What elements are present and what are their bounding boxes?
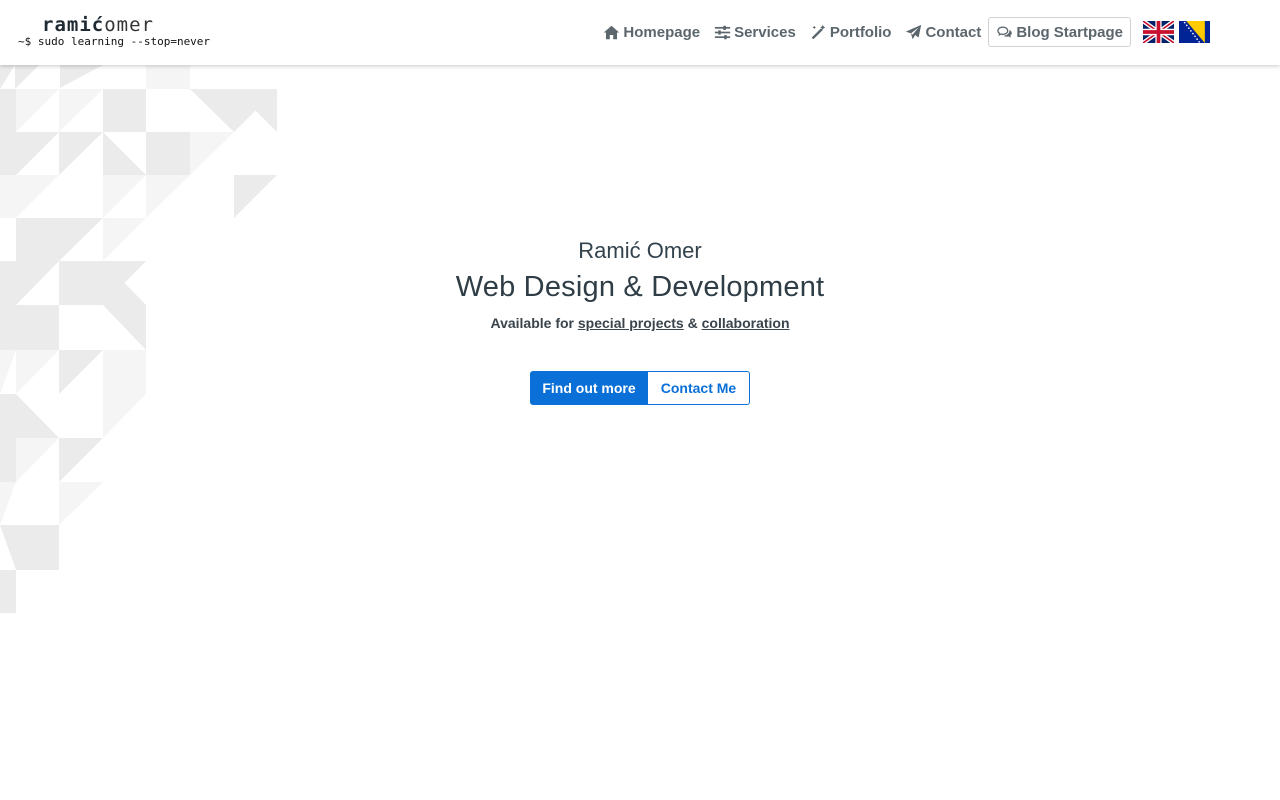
background-triangle-pattern: [0, 65, 277, 613]
hero-button-group: Find out more Contact Me: [530, 371, 750, 405]
nav-item-label: Homepage: [623, 23, 701, 41]
main-nav: Homepage Services Portfolio Contact Blog…: [596, 17, 1210, 47]
hero-subtitle: Available for special projects & collabo…: [490, 315, 790, 331]
bosnia-flag-icon[interactable]: [1179, 21, 1210, 43]
nav-item-homepage[interactable]: Homepage: [596, 17, 707, 47]
nav-item-label: Blog Startpage: [1016, 23, 1123, 41]
nav-item-label: Services: [734, 23, 796, 41]
comments-icon: [997, 26, 1013, 38]
logo-name-bold: ramić: [42, 14, 105, 36]
sliders-icon: [714, 25, 731, 39]
nav-item-blog-startpage[interactable]: Blog Startpage: [988, 17, 1131, 47]
nav-item-label: Portfolio: [829, 23, 892, 41]
find-out-more-button[interactable]: Find out more: [530, 371, 648, 405]
magic-wand-icon: [811, 24, 826, 39]
collaboration-link[interactable]: collaboration: [702, 315, 790, 331]
logo-tagline: ~$ sudo learning --stop=never: [18, 35, 211, 48]
nav-item-portfolio[interactable]: Portfolio: [803, 17, 899, 47]
uk-flag-icon[interactable]: [1143, 21, 1174, 43]
logo-name-light: omer: [104, 14, 154, 36]
special-projects-link[interactable]: special projects: [578, 315, 684, 331]
language-switcher: [1138, 21, 1210, 43]
top-navbar: ramićomer ~$ sudo learning --stop=never …: [0, 0, 1280, 65]
nav-item-label: Contact: [925, 23, 982, 41]
contact-me-button[interactable]: Contact Me: [648, 371, 750, 405]
hero-title: Web Design & Development: [455, 271, 825, 303]
site-logo[interactable]: ramićomer ~$ sudo learning --stop=never: [18, 14, 210, 51]
hero-section: Ramić Omer Web Design & Development Avai…: [0, 236, 1280, 333]
hero-name: Ramić Omer: [578, 238, 702, 263]
nav-item-services[interactable]: Services: [707, 17, 803, 47]
paper-plane-icon: [906, 24, 922, 39]
nav-item-contact[interactable]: Contact: [898, 17, 988, 47]
home-icon: [604, 25, 620, 39]
